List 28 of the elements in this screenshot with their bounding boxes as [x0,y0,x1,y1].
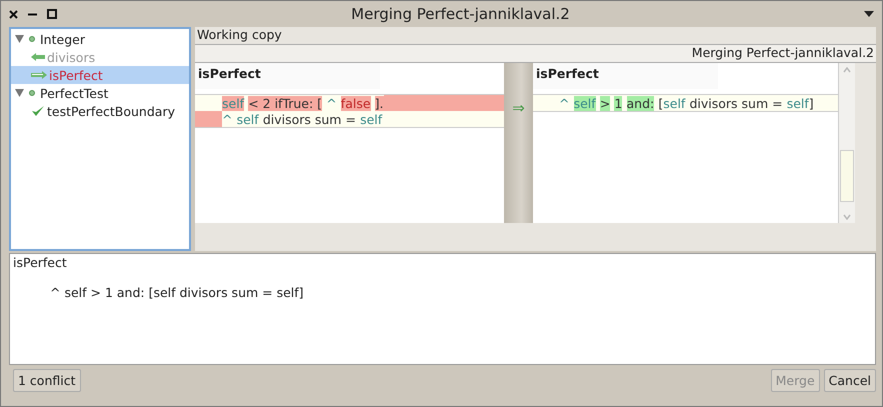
code-line: self < 2 ifTrue: [ ^ false ]. [222,96,384,110]
right-arrow-icon [31,71,47,79]
expanded-triangle-icon[interactable] [15,89,24,97]
tree-item[interactable]: PerfectTest [40,86,108,100]
method-name: isPerfect [533,63,718,89]
method-name: isPerfect [195,63,380,89]
tree-item[interactable]: Integer [40,32,85,46]
pane-header: Working copy [195,27,876,45]
tree-item[interactable]: testPerfectBoundary [11,102,189,120]
code-line: ^ self > 1 and: [self divisors sum = self] [559,96,814,110]
close-icon[interactable] [9,10,18,18]
tree-item[interactable]: isPerfect [11,66,189,84]
maximize-icon[interactable] [47,9,57,19]
scroll-thumb[interactable] [840,150,854,202]
scrollbar[interactable] [838,63,855,223]
method-name: isPerfect [13,255,68,270]
dot-icon [29,36,35,42]
pane-header: Merging Perfect-janniklaval.2 [195,45,876,63]
code-line: ^ self divisors sum = self [222,112,382,126]
code-line: ^ self > 1 and: [self divisors sum = self] [49,284,305,300]
dialog-button[interactable]: Cancel [824,369,876,392]
checkmark-icon [31,105,45,117]
left-arrow-icon [31,53,45,61]
window-title: Merging Perfect-janniklaval.2 [350,5,571,23]
dot-icon [29,90,35,96]
dropdown-icon[interactable] [864,11,874,17]
conflict-button[interactable]: 1 conflict [13,369,80,392]
expanded-triangle-icon[interactable] [15,35,24,43]
